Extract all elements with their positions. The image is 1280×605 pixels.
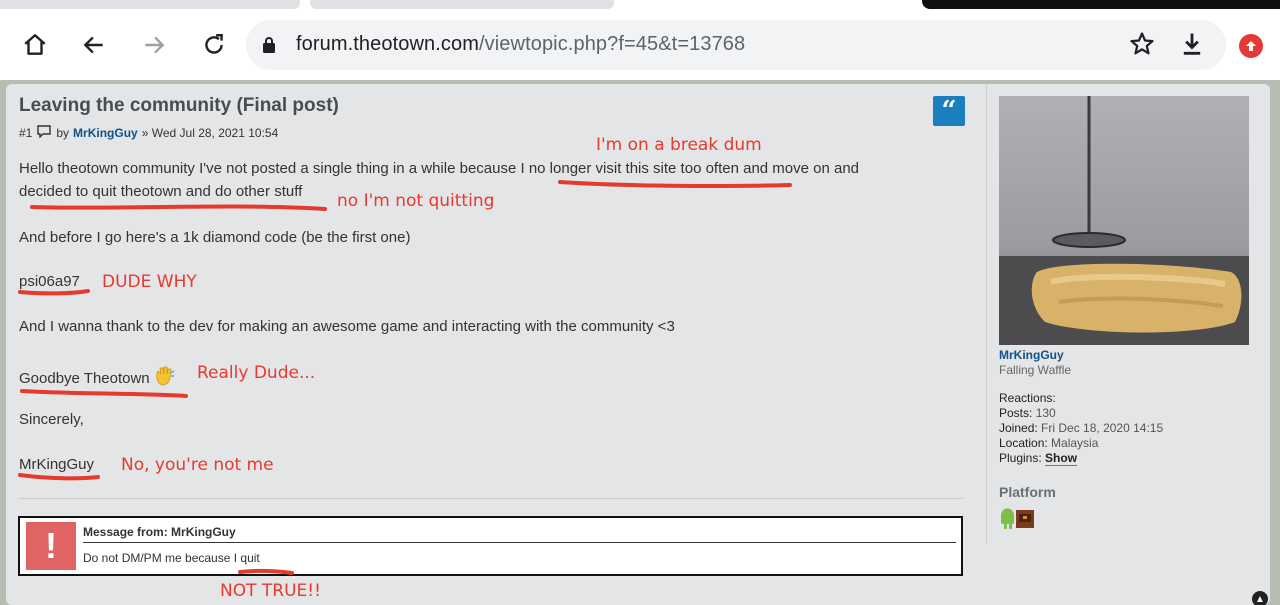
post-text-line: Hello theotown community I've not posted… [19,160,860,177]
post-text-line: And before I go here's a 1k diamond code… [19,229,411,246]
scroll-to-top-icon[interactable]: ▲ [1252,591,1268,605]
goodbye-text: Goodbye Theotown [19,369,150,387]
reload-icon[interactable] [199,30,229,60]
post-meta: #1 by MrKingGuy » Wed Jul 28, 2021 10:54 [19,124,278,141]
desktop-icon [1016,510,1034,528]
profile-location: Location: Malaysia [999,436,1099,450]
profile-joined: Joined: Fri Dec 18, 2020 14:15 [999,421,1164,435]
notice-from: Message from: MrKingGuy [83,525,236,539]
posts-count-link[interactable]: 130 [1036,406,1056,420]
browser-tab[interactable] [310,0,614,9]
home-icon[interactable] [20,30,50,60]
profile-plugins: Plugins: Show [999,451,1078,466]
annotation-break: I'm on a break dum [596,135,762,155]
profile-posts: Posts: 130 [999,406,1056,420]
avatar[interactable] [999,96,1249,345]
profile-username[interactable]: MrKingGuy [999,348,1064,362]
extension-icon[interactable] [1239,34,1263,58]
url-text[interactable]: forum.theotown.com/viewtopic.php?f=45&t=… [296,33,745,56]
post-text-line: decided to quit theotown and do other st… [19,183,303,200]
annotation-not-me: No, you're not me [121,455,274,475]
post-text-line: Sincerely, [19,411,84,428]
address-bar[interactable]: forum.theotown.com/viewtopic.php?f=45&t=… [246,20,1226,70]
plugins-show-link[interactable]: Show [1045,451,1078,466]
post-number[interactable]: #1 [19,126,32,140]
browser-toolbar: forum.theotown.com/viewtopic.php?f=45&t=… [0,10,1280,80]
post-icon[interactable] [36,124,52,141]
browser-tab-active[interactable] [922,0,1280,9]
profile-reactions: Reactions: [999,391,1056,405]
annotation-not-quitting: no I'm not quitting [337,191,495,211]
annotation-not-true: NOT TRUE!! [220,581,321,601]
author-link[interactable]: MrKingGuy [73,126,138,140]
user-notice: ! Message from: MrKingGuy Do not DM/PM m… [18,516,963,576]
platform-icons [999,504,1039,530]
profile-rank: Falling Waffle [999,363,1072,377]
diamond-code: psi06a97 [19,273,80,290]
quote-button[interactable]: “ [933,96,965,126]
exclamation-icon: ! [26,522,76,570]
android-icon [1001,508,1014,529]
waving-hand-icon [153,365,175,391]
post-text-line: Goodbye Theotown [19,365,175,391]
forward-icon[interactable] [139,30,169,60]
page-background: Leaving the community (Final post) “ #1 … [0,80,1280,605]
notice-divider [83,542,956,543]
back-icon[interactable] [79,30,109,60]
post-text-line: And I wanna thank to the dev for making … [19,318,675,335]
post-date: » Wed Jul 28, 2021 10:54 [141,125,279,140]
forum-post: Leaving the community (Final post) “ #1 … [6,84,1270,605]
lock-icon[interactable] [262,36,276,59]
by-label: by [56,125,70,140]
divider [19,498,963,499]
download-icon[interactable] [1178,30,1206,58]
annotation-dude-why: DUDE WHY [102,272,197,292]
platform-label: Platform [999,484,1056,500]
post-title[interactable]: Leaving the community (Final post) [19,95,339,117]
star-icon[interactable] [1128,30,1156,58]
tab-strip [0,0,1280,10]
notice-message: Do not DM/PM me because I quit [83,551,260,565]
browser-tab[interactable] [0,0,300,9]
signature: MrKingGuy [19,456,95,473]
author-profile: MrKingGuy Falling Waffle Reactions: Post… [986,84,1270,544]
annotation-really: Really Dude... [197,363,316,383]
